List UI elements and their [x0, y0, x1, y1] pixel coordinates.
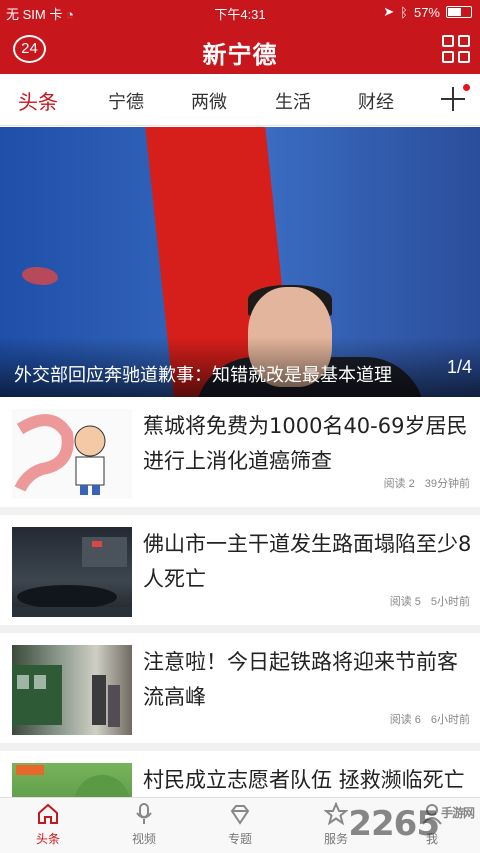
- nav-topics[interactable]: 专题: [210, 802, 270, 847]
- nav-video[interactable]: 视频: [114, 802, 174, 847]
- home-icon: [38, 803, 58, 824]
- list-item[interactable]: 村民成立志愿者队伍 拯救濒临死亡的树: [0, 751, 480, 797]
- news-title: 蕉城将免费为1000名40-69岁居民进行上消化道癌筛查: [143, 414, 468, 473]
- hero-title[interactable]: 外交部回应奔驰道歉事：知错就改是最基本道理: [14, 361, 392, 387]
- nav-headlines[interactable]: 头条: [18, 802, 78, 847]
- news-title: 注意啦！今日起铁路将迎来节前客流高峰: [143, 650, 458, 709]
- news-thumbnail: [12, 527, 132, 617]
- news-thumbnail: [12, 763, 132, 797]
- list-item[interactable]: 蕉城将免费为1000名40-69岁居民进行上消化道癌筛查 阅读 2 39分钟前: [0, 397, 480, 515]
- bluetooth-icon: ᛒ: [400, 4, 408, 20]
- microphone-icon: [136, 803, 152, 824]
- star-icon: [324, 802, 348, 826]
- hero-banner[interactable]: [0, 127, 480, 397]
- news-meta: 阅读 5 5小时前: [389, 596, 470, 608]
- tab-ningde[interactable]: 宁德: [108, 88, 144, 114]
- battery-icon: [446, 6, 472, 18]
- site-watermark: 2265 手游网: [348, 804, 475, 844]
- tab-life[interactable]: 生活: [275, 88, 311, 114]
- list-item[interactable]: 注意啦！今日起铁路将迎来节前客流高峰 阅读 6 6小时前: [0, 633, 480, 751]
- list-item[interactable]: 佛山市一主干道发生路面塌陷至少8人死亡 阅读 5 5小时前: [0, 515, 480, 633]
- news-meta: 阅读 2 39分钟前: [383, 478, 470, 490]
- add-channel-icon[interactable]: [438, 84, 470, 114]
- app-logo: 新宁德: [202, 41, 278, 69]
- battery-percent: 57%: [413, 4, 440, 20]
- status-bar: 无 SIM 卡 ◔ 下午4:31 ➤ ᛒ 57%: [0, 0, 480, 24]
- app-header: 24 新宁德: [0, 24, 480, 74]
- channel-logo-icon: [22, 267, 58, 285]
- news-thumbnail: [12, 409, 132, 499]
- news-title: 佛山市一主干道发生路面塌陷至少8人死亡: [143, 532, 472, 591]
- tab-liangwei[interactable]: 两微: [191, 88, 227, 114]
- tab-headlines[interactable]: 头条: [18, 86, 58, 115]
- news-thumbnail: [12, 645, 132, 735]
- tab-finance[interactable]: 财经: [358, 88, 394, 114]
- hero-page-indicator: 1/4: [446, 357, 472, 377]
- channel-tabs: 头条 宁德 两微 生活 财经: [0, 74, 480, 126]
- diamond-icon: [230, 805, 250, 825]
- menu-grid-icon[interactable]: [442, 35, 470, 63]
- news-title: 村民成立志愿者队伍 拯救濒临死亡的树: [143, 768, 465, 792]
- location-icon: ➤: [383, 4, 395, 19]
- news-meta: 阅读 6 6小时前: [389, 714, 470, 726]
